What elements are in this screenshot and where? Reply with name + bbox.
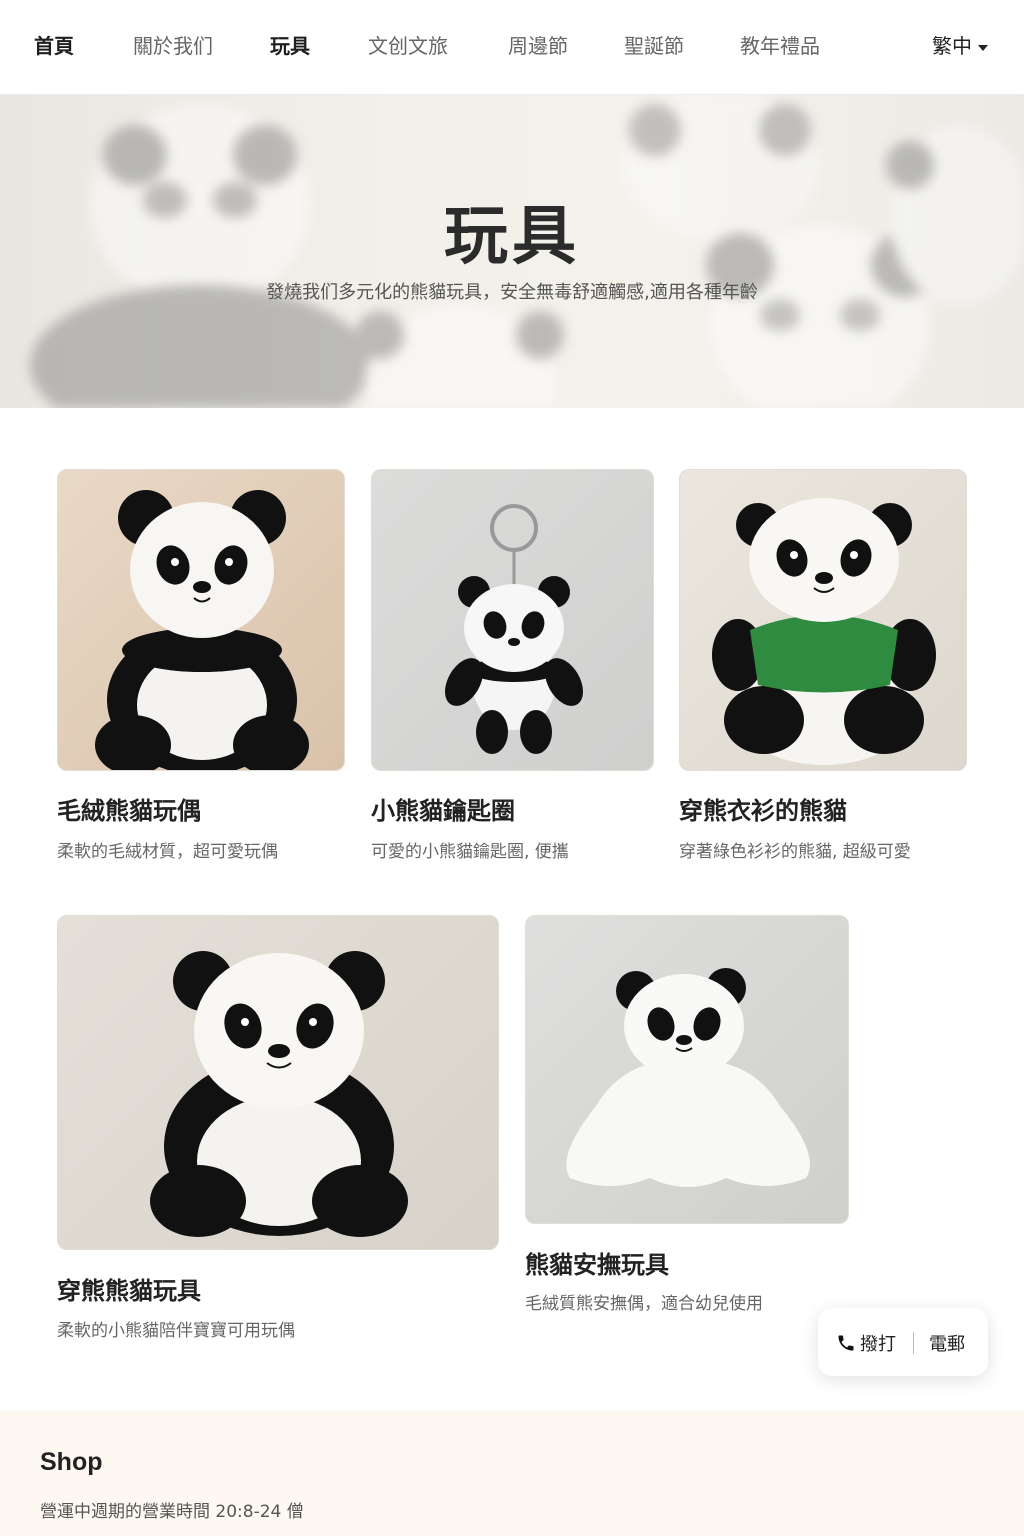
chevron-down-icon — [978, 44, 988, 51]
hero-banner: 玩具 發燒我们多元化的熊貓玩具，安全無毒舒適觸感,適用各種年齡 — [0, 95, 1024, 408]
product-image — [57, 469, 345, 771]
nav-item-toys[interactable]: 玩具 — [270, 30, 310, 59]
product-card[interactable]: 小熊貓鑰匙圈 可愛的小熊貓鑰匙圈, 便攜 — [371, 469, 654, 869]
product-description: 可愛的小熊貓鑰匙圈, 便攜 — [371, 842, 569, 862]
page-title: 玩具 — [444, 200, 580, 274]
product-card[interactable]: 穿熊衣衫的熊貓 穿著綠色衫衫的熊貓, 超級可愛 — [679, 469, 967, 869]
nav-item-gifts[interactable]: 教年禮品 — [740, 30, 820, 59]
product-title: 熊貓安撫玩具 — [525, 1251, 669, 1279]
nav-item-home[interactable]: 首頁 — [34, 30, 74, 59]
nav-item-christmas[interactable]: 聖誕節 — [624, 30, 684, 59]
panda-keychain-image — [445, 504, 583, 754]
product-image — [57, 915, 499, 1250]
product-image — [525, 915, 849, 1224]
product-title: 穿熊衣衫的熊貓 — [679, 797, 847, 825]
divider — [913, 1332, 914, 1354]
product-title: 毛絨熊貓玩偶 — [57, 797, 201, 825]
product-card[interactable]: 穿熊熊貓玩具 柔軟的小熊貓陪伴寶寶可用玩偶 — [57, 915, 499, 1345]
contact-widget: 撥打 電郵 — [818, 1308, 988, 1376]
product-image — [679, 469, 967, 771]
panda-plush-image — [95, 490, 309, 770]
email-button[interactable]: 電郵 — [929, 1330, 965, 1356]
product-card[interactable]: 毛絨熊貓玩偶 柔軟的毛絨材質，超可愛玩偶 — [57, 469, 345, 869]
product-image — [371, 469, 654, 771]
panda-plush-large-image — [150, 951, 408, 1237]
hero-subtitle: 發燒我们多元化的熊貓玩具，安全無毒舒適觸感,適用各種年齡 — [266, 282, 758, 303]
product-title: 小熊貓鑰匙圈 — [371, 797, 515, 825]
language-label: 繁中 — [932, 34, 972, 58]
call-label: 撥打 — [860, 1334, 896, 1355]
top-navigation: 首頁 關於我们 玩具 文创文旅 周邊節 聖誕節 教年禮品 繁中 — [0, 0, 1024, 95]
nav-item-culture[interactable]: 文创文旅 — [368, 30, 448, 59]
product-title: 穿熊熊貓玩具 — [57, 1277, 201, 1305]
product-description: 毛絨質熊安撫偶，適合幼兒使用 — [525, 1294, 763, 1314]
footer-brand: Shop — [40, 1448, 103, 1476]
product-description: 柔軟的小熊貓陪伴寶寶可用玩偶 — [57, 1321, 295, 1341]
nav-item-about[interactable]: 關於我们 — [133, 30, 213, 59]
footer-hours: 營運中週期的營業時間 20:8-24 僧 — [40, 1502, 304, 1522]
panda-comforter-image — [566, 968, 811, 1187]
panda-green-shirt-image — [712, 498, 936, 765]
phone-icon — [838, 1335, 854, 1351]
nav-item-festival[interactable]: 周邊節 — [508, 30, 568, 59]
call-button[interactable]: 撥打 — [836, 1330, 896, 1356]
footer: Shop 營運中週期的營業時間 20:8-24 僧 — [0, 1410, 1024, 1536]
product-card[interactable]: 熊貓安撫玩具 毛絨質熊安撫偶，適合幼兒使用 — [525, 915, 849, 1315]
product-description: 穿著綠色衫衫的熊貓, 超級可愛 — [679, 842, 911, 862]
language-selector[interactable]: 繁中 — [932, 30, 988, 59]
product-description: 柔軟的毛絨材質，超可愛玩偶 — [57, 842, 278, 862]
